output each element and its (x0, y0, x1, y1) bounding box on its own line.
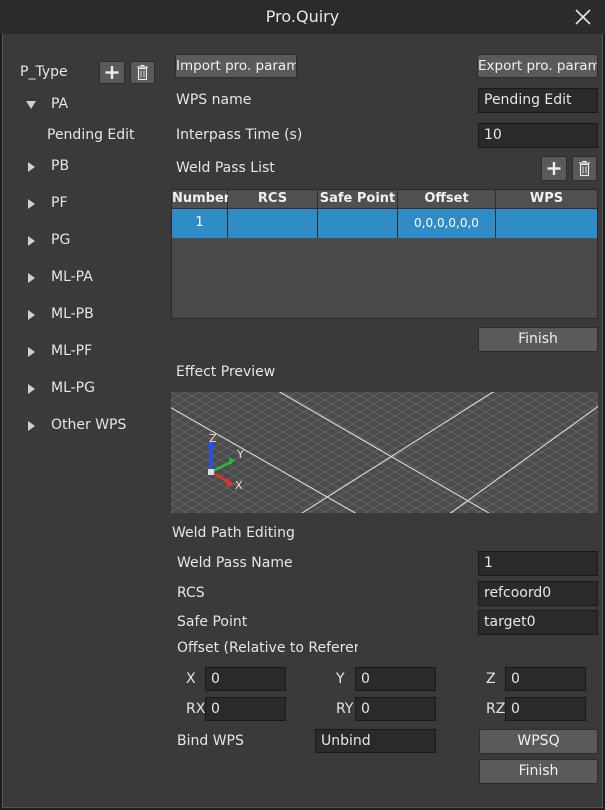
table-cell[interactable] (228, 209, 318, 238)
wps-name-label: WPS name (176, 92, 252, 108)
chevron-right-icon[interactable] (18, 265, 44, 291)
weld-path-editing-label: Weld Path Editing (172, 525, 295, 541)
offset-z-field[interactable]: 0 (505, 667, 586, 691)
weld-pass-list-label: Weld Pass List (176, 160, 275, 176)
effect-preview-viewport[interactable]: Z Y X (171, 392, 598, 513)
tree-item-label: PB (51, 158, 70, 174)
interpass-time-field[interactable]: 10 (478, 123, 598, 148)
chevron-right-icon[interactable] (18, 376, 44, 402)
import-param-button[interactable]: Import pro. param. (175, 54, 297, 78)
export-param-button[interactable]: Export pro. param. (477, 54, 598, 78)
tree-item-label: ML-PF (51, 343, 93, 359)
window-title: Pro.Quiry (265, 7, 340, 26)
safe-point-label: Safe Point (177, 614, 248, 630)
trash-icon (579, 160, 590, 177)
tree-item-label: PF (51, 195, 68, 211)
table-cell[interactable]: 0,0,0,0,0,0 (398, 209, 496, 238)
offset-y-label: Y (336, 671, 345, 687)
table-cell[interactable]: 1 (172, 209, 228, 238)
weld-pass-name-field[interactable]: 1 (478, 551, 598, 576)
offset-ry-field[interactable]: 0 (355, 697, 436, 721)
tree-item-ml-pb[interactable]: ML-PB (18, 302, 163, 328)
offset-rx-label: RX (186, 701, 206, 717)
chevron-right-icon[interactable] (18, 228, 44, 254)
tree-item-pa[interactable]: PA (18, 92, 163, 118)
weld-pass-name-label: Weld Pass Name (177, 555, 293, 571)
offset-y-field[interactable]: 0 (355, 667, 436, 691)
tree-item-ml-pg[interactable]: ML-PG (18, 376, 163, 402)
tree-item-ml-pa[interactable]: ML-PA (18, 265, 163, 291)
tree-item-pf[interactable]: PF (18, 191, 163, 217)
tree-item-ml-pf[interactable]: ML-PF (18, 339, 163, 365)
chevron-right-icon[interactable] (18, 339, 44, 365)
offset-x-field[interactable]: 0 (205, 667, 286, 691)
table-cell[interactable] (496, 209, 597, 238)
tree-item-label: ML-PB (51, 306, 94, 322)
table-row[interactable]: 1 0,0,0,0,0,0 (172, 209, 597, 238)
wpsq-button[interactable]: WPSQ (479, 729, 598, 754)
add-pass-button[interactable] (541, 156, 567, 181)
chevron-right-icon[interactable] (18, 302, 44, 328)
chevron-right-icon[interactable] (18, 413, 44, 439)
tree-item-label: PG (51, 232, 71, 248)
safe-point-field[interactable]: target0 (478, 610, 598, 635)
column-header-offset[interactable]: Offset (398, 190, 496, 209)
chevron-down-icon[interactable] (18, 92, 44, 118)
pass-list-finish-button[interactable]: Finish (478, 327, 598, 352)
rcs-label: RCS (177, 585, 205, 601)
offset-z-label: Z (486, 671, 496, 687)
offset-ry-label: RY (336, 701, 354, 717)
add-type-button[interactable] (99, 61, 125, 84)
axis-z-label: Z (209, 432, 217, 445)
rcs-field[interactable]: refcoord0 (478, 581, 598, 606)
tree-item-label: PA (51, 96, 69, 112)
tree-item-pg[interactable]: PG (18, 228, 163, 254)
interpass-time-label: Interpass Time (s) (176, 127, 303, 143)
tree-child-pending-edit[interactable]: Pending Edit (47, 127, 135, 143)
trash-icon (137, 64, 148, 81)
chevron-right-icon[interactable] (18, 191, 44, 217)
effect-preview-label: Effect Preview (176, 364, 276, 380)
column-header-safe-point[interactable]: Safe Point (318, 190, 398, 209)
delete-type-button[interactable] (130, 61, 155, 84)
column-header-wps[interactable]: WPS (496, 190, 597, 209)
offset-label: Offset (Relative to Referer (177, 640, 358, 656)
bind-wps-label: Bind WPS (177, 733, 244, 749)
offset-rz-label: RZ (486, 701, 506, 717)
path-edit-finish-button[interactable]: Finish (479, 759, 598, 784)
table-cell[interactable] (318, 209, 398, 238)
tree-item-label: Other WPS (51, 417, 127, 433)
tree-item-other-wps[interactable]: Other WPS (18, 413, 163, 439)
column-header-number[interactable]: Number (172, 190, 230, 209)
bind-wps-field[interactable]: Unbind (315, 729, 436, 753)
wps-name-field[interactable]: Pending Edit (478, 88, 598, 113)
tree-item-label: ML-PA (51, 269, 93, 285)
offset-x-label: X (186, 671, 196, 687)
axis-x-label: X (235, 479, 243, 492)
close-icon[interactable] (572, 6, 594, 28)
column-header-rcs[interactable]: RCS (228, 190, 318, 209)
offset-rz-field[interactable]: 0 (505, 697, 586, 721)
tree-item-label: ML-PG (51, 380, 95, 396)
tree-item-pb[interactable]: PB (18, 154, 163, 180)
sidebar-header: P_Type (20, 64, 68, 80)
plus-icon (105, 66, 119, 79)
delete-pass-button[interactable] (572, 156, 597, 181)
weld-pass-table: Number RCS Safe Point Offset WPS 1 0,0,0… (171, 189, 598, 319)
axis-y-label: Y (236, 448, 244, 461)
chevron-right-icon[interactable] (18, 154, 44, 180)
plus-icon (547, 162, 561, 175)
offset-rx-field[interactable]: 0 (205, 697, 286, 721)
